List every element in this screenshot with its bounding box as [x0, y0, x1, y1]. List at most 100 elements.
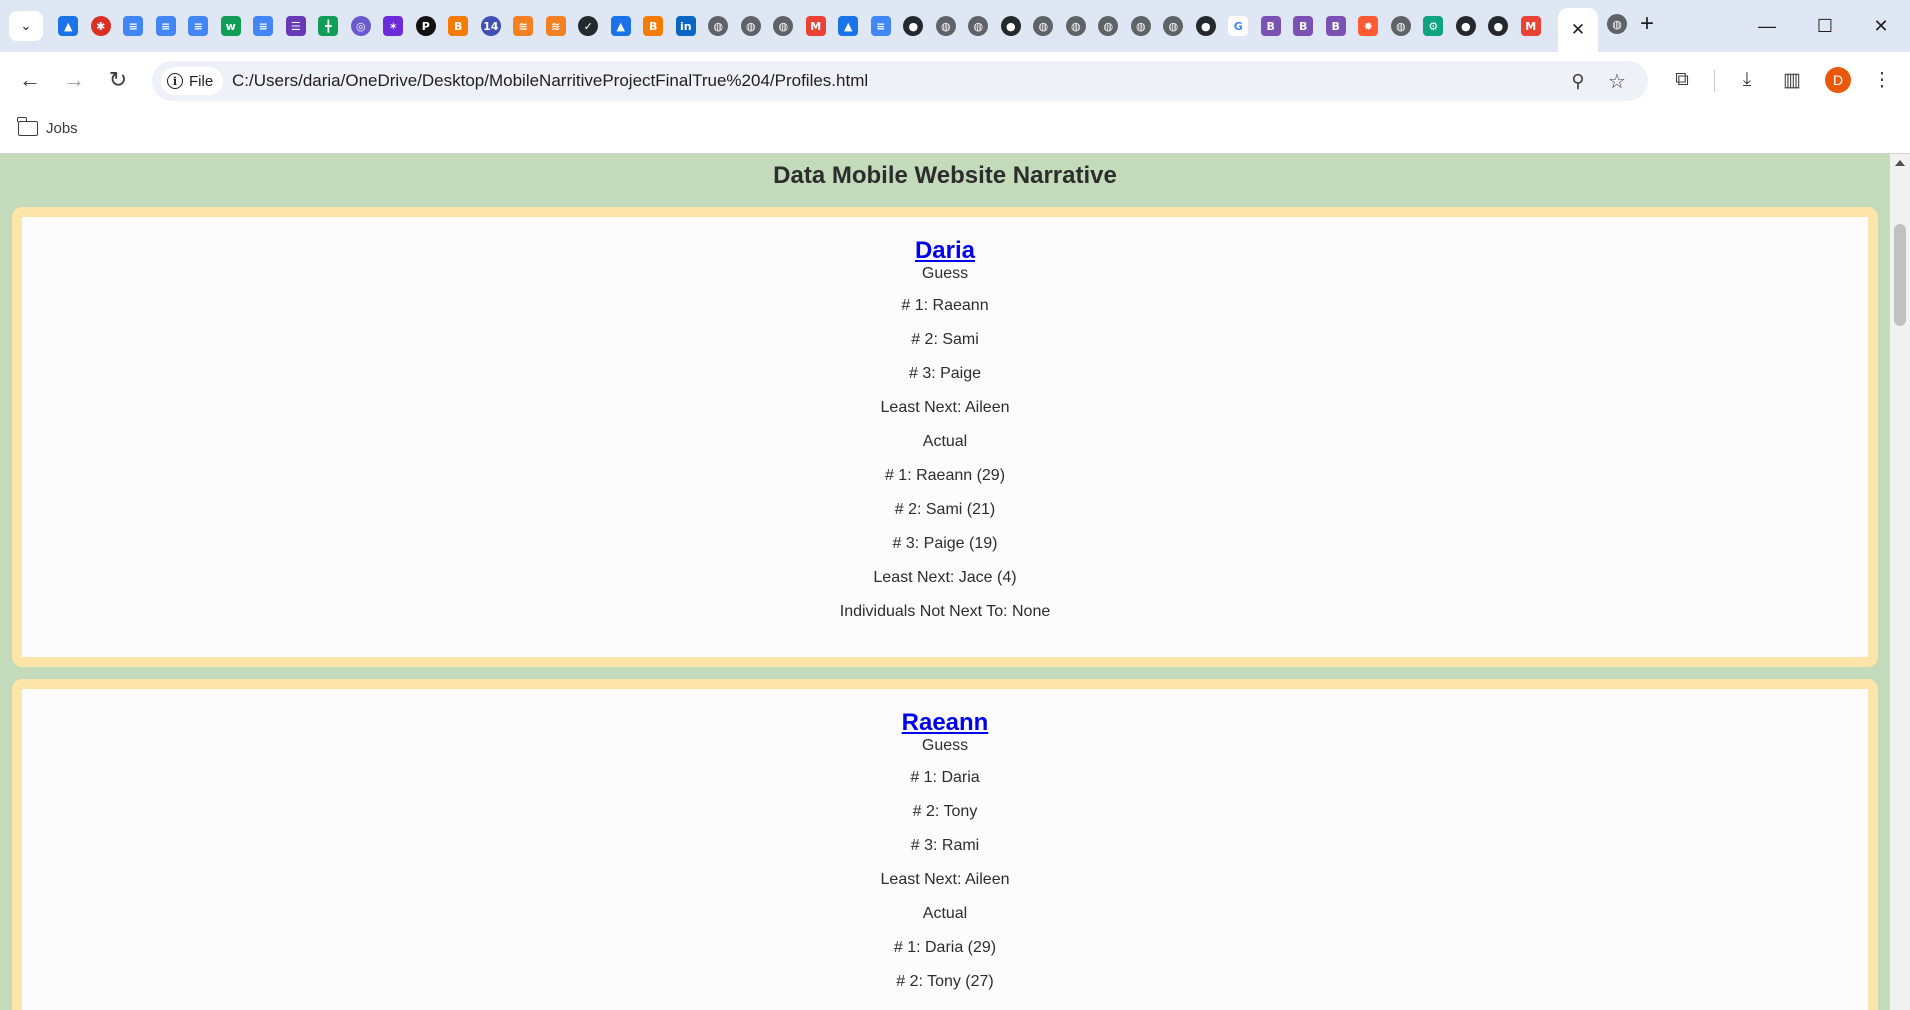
- browser-tab[interactable]: G: [1222, 8, 1255, 44]
- browser-tab[interactable]: ☰: [280, 8, 313, 44]
- close-window-button[interactable]: ✕: [1852, 0, 1910, 52]
- download-icon[interactable]: ⤓: [1731, 64, 1763, 96]
- browser-tab[interactable]: ◍: [1385, 8, 1418, 44]
- profile-name-link[interactable]: Daria: [915, 237, 975, 265]
- browser-tab[interactable]: ●: [1482, 8, 1515, 44]
- google-drive-icon: ▲: [58, 16, 79, 36]
- browser-tab[interactable]: ▲: [605, 8, 638, 44]
- browser-tab[interactable]: ●: [1190, 8, 1223, 44]
- browser-tab[interactable]: ●: [1450, 8, 1483, 44]
- browser-tab[interactable]: ≡: [182, 8, 215, 44]
- browser-tab[interactable]: ╋: [312, 8, 345, 44]
- browser-tab[interactable]: ●: [995, 8, 1028, 44]
- blogger-b-icon: B: [448, 16, 469, 36]
- browser-tab[interactable]: B: [637, 8, 670, 44]
- site-info-chip[interactable]: i File: [161, 67, 224, 95]
- browser-tab[interactable]: ◍: [735, 8, 768, 44]
- scroll-up-arrow-icon[interactable]: [1895, 160, 1905, 166]
- tab-search-button[interactable]: ⌄: [9, 11, 43, 41]
- maximize-button[interactable]: ☐: [1796, 0, 1854, 52]
- browser-tab[interactable]: ▲: [52, 8, 85, 44]
- more-menu-icon[interactable]: ⋮: [1866, 64, 1898, 96]
- browser-tab[interactable]: B: [442, 8, 475, 44]
- browser-tab[interactable]: ≡: [150, 8, 183, 44]
- browser-tab[interactable]: M: [800, 8, 833, 44]
- address-bar[interactable]: i File C:/Users/daria/OneDrive/Desktop/M…: [152, 61, 1648, 101]
- browser-tab[interactable]: ✓: [572, 8, 605, 44]
- minimize-button[interactable]: —: [1738, 0, 1796, 52]
- browser-tab[interactable]: ◍: [1060, 8, 1093, 44]
- extensions-icon[interactable]: ⧉: [1666, 64, 1698, 96]
- browser-tab[interactable]: ◎: [345, 8, 378, 44]
- browser-tab[interactable]: ◍: [962, 8, 995, 44]
- purple-circle-icon: ◎: [350, 16, 371, 36]
- browser-tab[interactable]: P: [410, 8, 443, 44]
- browser-tab[interactable]: ◍: [1092, 8, 1125, 44]
- tab-list: ▲ ✱ ≡ ≡ ≡ w ≡ ☰ ╋ ◎ ✶ P B 14 ≋ ≋ ✓ ▲ Bin ◍ ◍ ◍ M ▲ ≡ ● ◍ ◍ ● ◍ ◍ ◍ ◍ ◍ ● G B…: [52, 8, 1547, 44]
- google-drive-icon: ▲: [610, 16, 631, 36]
- bookmark-folder-jobs[interactable]: Jobs: [17, 117, 78, 137]
- actual-item: # 1: Raeann (29): [884, 467, 1006, 484]
- browser-tab[interactable]: 14: [475, 8, 508, 44]
- browser-tab[interactable]: ≡: [247, 8, 280, 44]
- browser-tab[interactable]: ✱: [85, 8, 118, 44]
- browser-tab[interactable]: ⚙: [1417, 8, 1450, 44]
- profile-name-link[interactable]: Raeann: [902, 709, 989, 737]
- browser-tab[interactable]: ◍: [1027, 8, 1060, 44]
- guess-item: # 1: Raeann: [901, 297, 989, 314]
- url-text[interactable]: C:/Users/daria/OneDrive/Desktop/MobileNa…: [232, 71, 868, 91]
- actual-item: # 2: Tony (27): [896, 973, 994, 990]
- browser-tab[interactable]: B: [1287, 8, 1320, 44]
- browser-toolbar: ← → ↻ i File C:/Users/daria/OneDrive/Des…: [0, 52, 1910, 110]
- back-button[interactable]: ←: [12, 62, 48, 98]
- forward-button[interactable]: →: [56, 62, 92, 98]
- new-tab-button[interactable]: +: [1640, 10, 1654, 38]
- browser-tab[interactable]: in: [670, 8, 703, 44]
- zoom-icon[interactable]: ⚲: [1564, 67, 1592, 95]
- github-icon: ●: [1455, 16, 1476, 36]
- plus-icon: +: [1640, 10, 1655, 37]
- page-viewport: Data Mobile Website Narrative Daria Gues…: [0, 154, 1890, 1010]
- guess-item: # 2: Tony: [912, 803, 978, 820]
- close-icon[interactable]: ✕: [1571, 20, 1585, 40]
- globe-icon: ◍: [935, 16, 956, 36]
- vertical-scrollbar[interactable]: [1890, 154, 1910, 1010]
- red-circle-icon: ✱: [90, 16, 111, 36]
- browser-tab[interactable]: ◍: [767, 8, 800, 44]
- browser-tab[interactable]: ≋: [507, 8, 540, 44]
- minimize-icon: —: [1758, 15, 1776, 36]
- bootstrap-icon: B: [1293, 16, 1314, 36]
- chevron-down-icon: ⌄: [20, 18, 32, 33]
- browser-tab[interactable]: ≡: [117, 8, 150, 44]
- browser-tab[interactable]: B: [1320, 8, 1353, 44]
- scrollbar-thumb[interactable]: [1894, 224, 1906, 326]
- browser-tab[interactable]: ◍: [702, 8, 735, 44]
- google-docs-icon: ≡: [155, 16, 176, 36]
- reload-icon: ↻: [108, 67, 128, 92]
- guess-least-next: Least Next: Aileen: [880, 399, 1010, 416]
- active-tab[interactable]: ✕: [1558, 8, 1598, 52]
- browser-tab[interactable]: M: [1515, 8, 1548, 44]
- browser-tab[interactable]: ●: [897, 8, 930, 44]
- actual-not-next-to: Individuals Not Next To: None: [839, 603, 1051, 620]
- google-sheets-icon: ╋: [318, 16, 339, 36]
- tab-globe[interactable]: ◍: [1607, 14, 1627, 34]
- page-title: Data Mobile Website Narrative: [773, 162, 1117, 189]
- browser-tab[interactable]: ≡: [865, 8, 898, 44]
- guess-heading: Guess: [921, 265, 969, 282]
- reload-button[interactable]: ↻: [100, 62, 136, 98]
- browser-tab[interactable]: ◍: [930, 8, 963, 44]
- browser-tab[interactable]: w: [215, 8, 248, 44]
- browser-tab[interactable]: ◍: [1125, 8, 1158, 44]
- bookmark-star-icon[interactable]: ☆: [1603, 67, 1631, 95]
- side-panel-icon[interactable]: ▥: [1776, 64, 1808, 96]
- browser-tab[interactable]: ▲: [832, 8, 865, 44]
- gmail-icon: M: [1520, 16, 1541, 36]
- browser-tab[interactable]: ◍: [1157, 8, 1190, 44]
- profile-avatar[interactable]: D: [1825, 67, 1851, 93]
- browser-tab[interactable]: ✸: [1352, 8, 1385, 44]
- browser-tab[interactable]: ≋: [540, 8, 573, 44]
- profile-card: Daria Guess # 1: Raeann # 2: Sami # 3: P…: [12, 207, 1878, 667]
- browser-tab[interactable]: B: [1255, 8, 1288, 44]
- browser-tab[interactable]: ✶: [377, 8, 410, 44]
